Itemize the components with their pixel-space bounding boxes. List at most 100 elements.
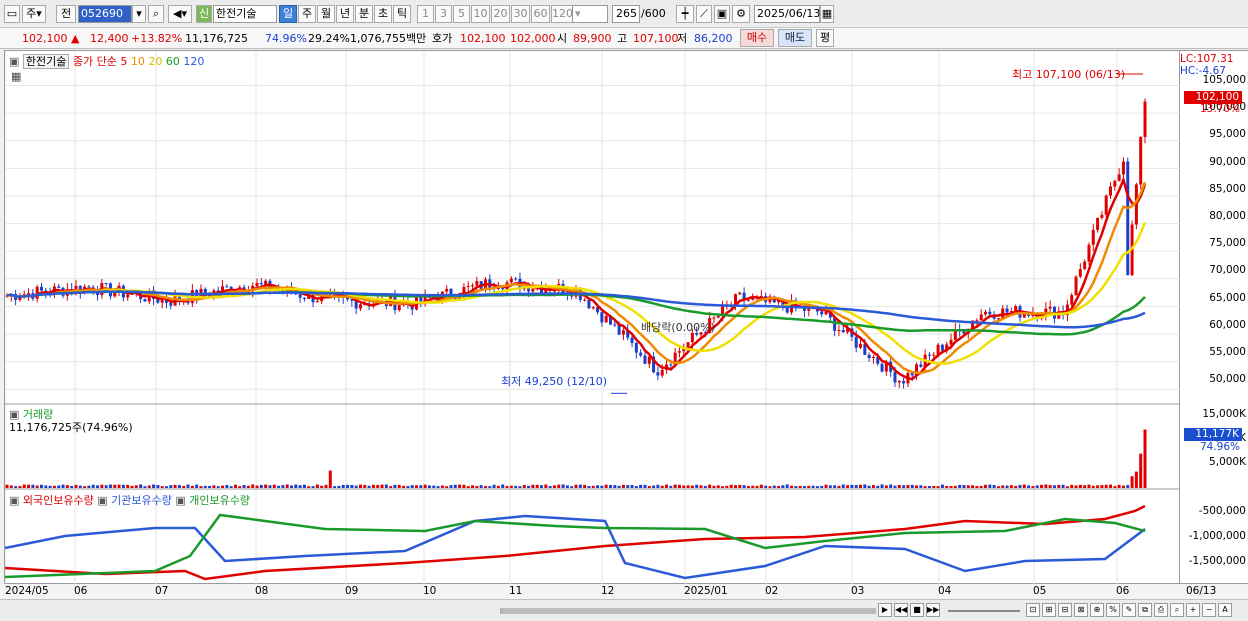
interval-button[interactable]: 10 (471, 5, 490, 23)
candle-body (867, 354, 871, 359)
volume-bar (311, 486, 315, 488)
market-type-select[interactable]: 주▾ (22, 5, 46, 23)
buy-button[interactable]: 매수 (740, 29, 774, 47)
search-icon[interactable]: ⌕ (1170, 603, 1184, 617)
search-icon[interactable]: ⌕ (148, 5, 164, 23)
volume-bar (1018, 484, 1022, 488)
volume-bar (402, 485, 406, 488)
interval-button[interactable]: 3 (435, 5, 452, 23)
interval-button[interactable]: 60 (531, 5, 550, 23)
ma-period-10: 10 (130, 55, 145, 68)
period-button[interactable]: 일 (279, 5, 297, 23)
code-dropdown-icon[interactable]: ▾ (132, 5, 146, 23)
calendar-icon[interactable]: ▦ (820, 5, 834, 23)
compare-icon[interactable]: ⊠ (1074, 603, 1088, 617)
volume-bar (277, 485, 281, 488)
period-button[interactable]: 년 (336, 5, 354, 23)
print-icon[interactable]: ⎙ (1154, 603, 1168, 617)
bid-value: 102,000 (510, 32, 556, 45)
candle-body (1078, 268, 1082, 277)
volume-bar (350, 484, 354, 488)
low-annotation: 최저 49,250 (12/10) (501, 375, 608, 388)
volume-bar (436, 486, 440, 488)
volume-bar (1100, 485, 1104, 488)
candle-body (1104, 195, 1108, 215)
period-icon[interactable]: ⊟ (1058, 603, 1072, 617)
ask-value: 102,100 (460, 32, 506, 45)
zoom-in-icon[interactable]: + (1186, 603, 1200, 617)
rewind-icon[interactable]: ◀◀ (894, 603, 908, 617)
speaker-icon[interactable]: ◀▾ (168, 5, 192, 23)
candle-icon[interactable]: ┿ (676, 5, 694, 23)
scrollbar-thumb[interactable] (501, 608, 876, 614)
forward-icon[interactable]: ▶▶ (926, 603, 940, 617)
candle-body (1139, 136, 1143, 185)
volume-bar (432, 485, 436, 488)
stock-name-field[interactable]: 한전기술 (213, 5, 277, 23)
period-button[interactable]: 분 (355, 5, 373, 23)
volume-bar (1009, 485, 1013, 488)
interval-button[interactable]: 5 (453, 5, 470, 23)
interval-button[interactable]: 20 (491, 5, 510, 23)
volume-bar (22, 484, 26, 488)
change-value: 12,400 (90, 32, 129, 45)
chart-area[interactable]: ▣ 한전기술 종가 단순 5 10 20 60 120 ▦ 최고 107,100… (4, 50, 1181, 585)
sell-button[interactable]: 매도 (778, 29, 812, 47)
table-icon[interactable]: ▦ (11, 70, 21, 83)
copy-icon[interactable]: ⧉ (1138, 603, 1152, 617)
volume-bar (902, 485, 906, 488)
volume-bar (320, 485, 324, 488)
count-input[interactable]: 265 (612, 5, 640, 23)
gear-icon[interactable]: ⚙ (732, 5, 750, 23)
interval-button[interactable]: 30 (511, 5, 530, 23)
volume-bar (190, 485, 194, 488)
volume-bar (440, 485, 444, 488)
interval-dropdown[interactable]: ▾ (572, 5, 608, 23)
scroll-right-icon[interactable]: ▶ (878, 603, 892, 617)
volume-bar (389, 486, 393, 488)
y-tick-label: 105,000 (1202, 74, 1246, 86)
overlay-icon[interactable]: ⊕ (1090, 603, 1104, 617)
volume-bar (1022, 484, 1026, 488)
candle-body (854, 336, 858, 348)
period-button[interactable]: 월 (317, 5, 335, 23)
eval-button[interactable]: 평 (816, 29, 834, 47)
interval-button[interactable]: 120 (551, 5, 573, 23)
percent-icon[interactable]: % (1106, 603, 1120, 617)
save-icon[interactable]: ▣ (714, 5, 730, 23)
candle-body (1117, 174, 1121, 181)
layout-icon[interactable]: ⊞ (1042, 603, 1056, 617)
zoom-out-icon[interactable]: − (1202, 603, 1216, 617)
prev-button[interactable]: 전 (56, 5, 76, 23)
volume-bar (410, 485, 414, 488)
volume-bar (363, 484, 367, 488)
period-button[interactable]: 주 (298, 5, 316, 23)
volume-bar (992, 485, 996, 488)
period-button[interactable]: 초 (374, 5, 392, 23)
zoom-icon[interactable]: ⊡ (1026, 603, 1040, 617)
scrollbar-track[interactable] (500, 608, 876, 614)
volume-bar (61, 484, 65, 488)
date-field[interactable]: 2025/06/13 (754, 5, 820, 23)
candle-body (1091, 229, 1095, 245)
volume-bar (302, 484, 306, 488)
volume-bar (160, 486, 164, 488)
interval-button[interactable]: 1 (417, 5, 434, 23)
volume-bar (677, 484, 681, 488)
volume-bar (143, 486, 147, 488)
legend-icon: ▣ (175, 494, 186, 507)
period-button[interactable]: 틱 (393, 5, 411, 23)
candle-body (445, 288, 449, 292)
volume-bar (238, 486, 242, 488)
font-size-icon[interactable]: A (1218, 603, 1232, 617)
code-input[interactable]: 052690 (78, 5, 132, 23)
volume-bar (889, 484, 893, 488)
stop-icon[interactable]: ■ (910, 603, 924, 617)
volume-bar (225, 484, 229, 488)
pen-icon[interactable]: ✎ (1122, 603, 1136, 617)
zoom-slider[interactable] (948, 610, 1020, 612)
window-icon[interactable]: ▭ (4, 5, 20, 23)
line-tool-icon[interactable]: ⟋ (696, 5, 712, 23)
volume-bar (1130, 476, 1134, 488)
volume-bar (850, 484, 854, 488)
